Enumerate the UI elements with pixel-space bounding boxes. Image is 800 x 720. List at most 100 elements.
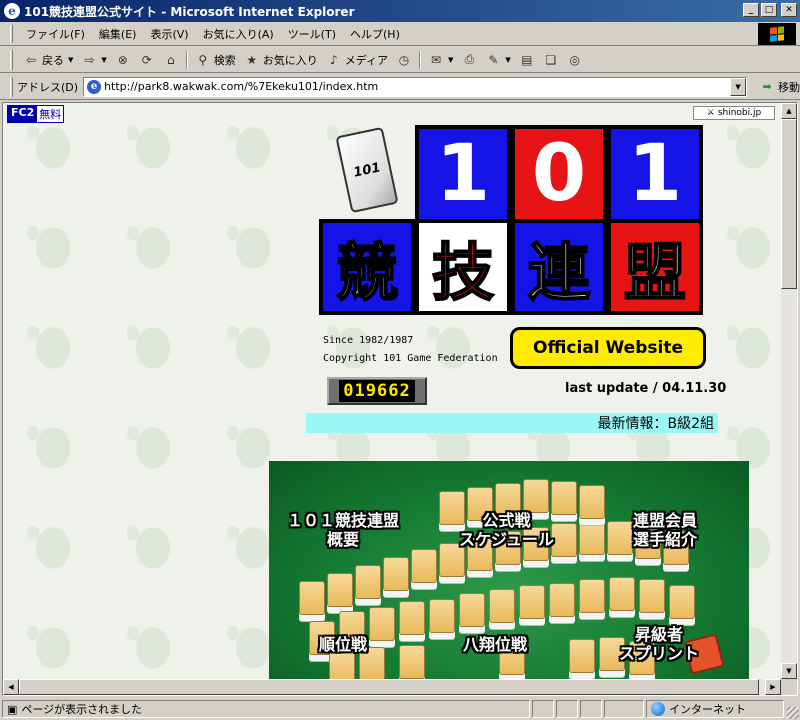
resize-grip[interactable] <box>787 707 799 719</box>
horizontal-scroll-thumb[interactable] <box>19 679 759 695</box>
toolbar-grip[interactable] <box>10 49 13 70</box>
dropdown-arrow-icon[interactable]: ▼ <box>68 56 73 64</box>
favorites-folder-icon: ★ <box>246 52 258 67</box>
vertical-scrollbar[interactable]: ▲ ▼ <box>781 103 797 679</box>
scroll-up-button[interactable]: ▲ <box>781 103 797 119</box>
stop-button[interactable]: ⊗ <box>111 49 135 71</box>
favorites-label: お気に入り <box>262 53 318 67</box>
research-button[interactable]: ❏ <box>539 49 563 71</box>
status-text: ページが表示されました <box>21 703 143 716</box>
vertical-scroll-thumb[interactable] <box>781 119 797 289</box>
logo-number-0: 0 <box>511 125 607 223</box>
back-arrow-icon: ⇦ <box>25 52 37 67</box>
security-zone: インターネット <box>646 700 784 718</box>
promotion-label-1: 昇級者 <box>635 625 684 644</box>
history-icon: ◷ <box>398 52 410 67</box>
menu-tools[interactable]: ツール(T) <box>281 26 343 42</box>
back-label: 戻る <box>42 53 64 67</box>
scrollbar-corner <box>781 679 797 695</box>
promotion-link[interactable]: 昇級者 スプリント <box>619 625 699 663</box>
history-button[interactable]: ◷ <box>392 49 416 71</box>
mail-button[interactable]: ✉ ▼ <box>424 49 457 71</box>
about-label-1: １０１競技連盟 <box>287 511 400 530</box>
menu-help[interactable]: ヘルプ(H) <box>343 26 407 42</box>
go-arrow-icon: ➡ <box>762 80 772 93</box>
edit-icon: ✎ <box>488 52 499 67</box>
page-content: FC2 無料 ⚔ shinobi.jp 101 1 0 1 競 技 連 盟 Si… <box>3 103 781 679</box>
menu-file[interactable]: ファイル(F) <box>19 26 92 42</box>
address-label: アドレス(D) <box>17 80 79 94</box>
schedule-link[interactable]: 公式戦 スケジュール <box>459 511 554 549</box>
shinobi-icon: ⚔ <box>706 108 715 118</box>
refresh-button[interactable]: ⟳ <box>135 49 159 71</box>
hassho-link[interactable]: 八翔位戦 <box>463 635 527 654</box>
go-button[interactable]: ➡ 移動 <box>759 79 800 95</box>
schedule-label-1: 公式戦 <box>482 511 531 530</box>
forward-button[interactable]: ⇨ ▼ <box>77 49 110 71</box>
about-link[interactable]: １０１競技連盟 概要 <box>287 511 399 549</box>
fc2-brand: FC2 <box>8 106 38 122</box>
members-label-2: 選手紹介 <box>633 530 698 549</box>
stop-icon: ⊗ <box>117 52 128 67</box>
address-url[interactable]: http://park8.wakwak.com/%7Ekeku101/index… <box>104 80 378 93</box>
logo-number-1b: 1 <box>607 125 703 223</box>
discuss-button[interactable]: ▤ <box>515 49 539 71</box>
scroll-left-button[interactable]: ◀ <box>3 679 19 695</box>
media-label: メディア <box>344 53 389 67</box>
print-button[interactable]: ⎙ <box>457 49 481 71</box>
title-bar: e 101競技連盟公式サイト - Microsoft Internet Expl… <box>0 0 800 22</box>
home-button[interactable]: ⌂ <box>159 49 183 71</box>
back-button[interactable]: ⇦ 戻る ▼ <box>19 49 77 71</box>
shinobi-label: shinobi.jp <box>717 108 762 118</box>
media-button[interactable]: ♪ メディア <box>322 49 392 71</box>
news-text: 最新情報：B級2組 <box>597 416 714 432</box>
scroll-down-button[interactable]: ▼ <box>781 663 797 679</box>
counter-value: 019662 <box>339 380 415 402</box>
ranking-link[interactable]: 順位戦 <box>319 635 367 654</box>
minimize-button[interactable]: _ <box>743 3 759 17</box>
news-marquee[interactable]: 最新情報：B級2組 <box>306 413 718 433</box>
search-button[interactable]: ⚲ 検索 <box>191 49 240 71</box>
globe-icon <box>651 702 665 716</box>
toolbar-grip[interactable] <box>10 76 13 97</box>
toolbar-grip[interactable] <box>10 24 13 43</box>
edit-button[interactable]: ✎ ▼ <box>481 49 514 71</box>
favorites-button[interactable]: ★ お気に入り <box>240 49 322 71</box>
standard-toolbar: ⇦ 戻る ▼ ⇨ ▼ ⊗ ⟳ ⌂ ⚲ 検索 ★ お気に入り ♪ メディア ◷ ✉… <box>0 47 800 73</box>
dropdown-arrow-icon[interactable]: ▼ <box>448 56 453 64</box>
logo-kanji-mei: 盟 <box>607 219 703 315</box>
messenger-button[interactable]: ◎ <box>563 49 587 71</box>
menu-edit[interactable]: 編集(E) <box>92 26 144 42</box>
forward-arrow-icon: ⇨ <box>84 52 95 67</box>
media-icon: ♪ <box>329 52 338 67</box>
members-label-1: 連盟会員 <box>633 511 698 530</box>
mail-icon: ✉ <box>430 52 442 67</box>
go-label: 移動 <box>778 80 800 94</box>
dropdown-arrow-icon[interactable]: ▼ <box>505 56 510 64</box>
logo-kanji-kyo: 競 <box>319 219 415 315</box>
menu-view[interactable]: 表示(V) <box>143 26 195 42</box>
horizontal-scrollbar[interactable]: ◀ ▶ <box>3 679 781 695</box>
logo-kanji-gi: 技 <box>415 219 511 315</box>
shinobi-counter-link[interactable]: ⚔ shinobi.jp <box>693 106 775 120</box>
members-link[interactable]: 連盟会員 選手紹介 <box>633 511 697 549</box>
dropdown-arrow-icon[interactable]: ▼ <box>101 56 106 64</box>
menu-favorites[interactable]: お気に入り(A) <box>196 26 281 42</box>
status-bar: ▣ ページが表示されました インターネット <box>0 698 800 720</box>
fc2-banner[interactable]: FC2 無料 <box>7 105 65 123</box>
page-done-icon: ▣ <box>7 702 18 716</box>
scroll-right-button[interactable]: ▶ <box>765 679 781 695</box>
visitor-counter: 019662 <box>327 377 427 405</box>
address-input[interactable]: e http://park8.wakwak.com/%7Ekeku101/ind… <box>83 76 748 97</box>
address-dropdown-button[interactable]: ▼ <box>730 77 747 96</box>
home-icon: ⌂ <box>166 52 175 67</box>
menu-bar: ファイル(F) 編集(E) 表示(V) お気に入り(A) ツール(T) ヘルプ(… <box>0 22 800 46</box>
site-logo: 1 0 1 競 技 連 盟 <box>319 125 705 317</box>
maximize-button[interactable]: □ <box>761 3 777 17</box>
page-icon: e <box>87 79 102 94</box>
zone-text: インターネット <box>669 703 746 716</box>
refresh-icon: ⟳ <box>141 52 152 67</box>
windows-logo-icon <box>758 23 796 45</box>
logo-kanji-ren: 連 <box>511 219 607 315</box>
close-button[interactable]: ✕ <box>781 3 797 17</box>
